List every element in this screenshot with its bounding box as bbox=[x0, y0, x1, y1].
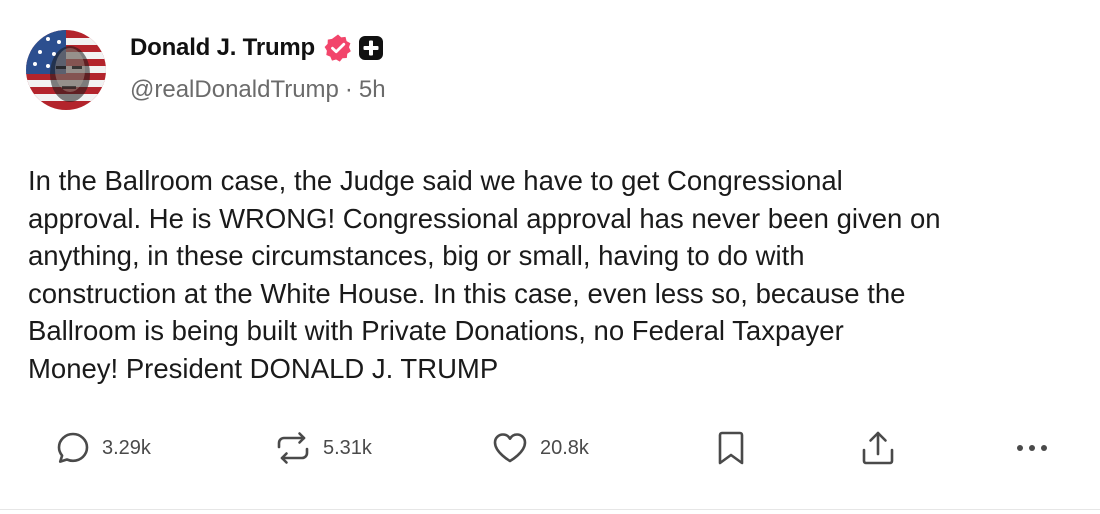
handle-row: @realDonaldTrump · 5h bbox=[130, 76, 386, 104]
share-button[interactable] bbox=[858, 420, 898, 476]
bookmark-icon bbox=[712, 428, 750, 468]
retruth-count: 5.31k bbox=[323, 436, 372, 459]
verified-badge-icon bbox=[323, 33, 353, 63]
bookmark-button[interactable] bbox=[712, 420, 750, 476]
action-bar: 3.29k 5.31k 20.8k bbox=[0, 420, 1100, 476]
reply-count: 3.29k bbox=[102, 436, 151, 459]
more-button[interactable] bbox=[1012, 420, 1052, 476]
name-row: Donald J. Trump bbox=[130, 31, 384, 65]
like-count: 20.8k bbox=[540, 436, 589, 459]
post-text: In the Ballroom case, the Judge said we … bbox=[28, 165, 941, 384]
reply-button[interactable]: 3.29k bbox=[54, 420, 151, 476]
avatar-image bbox=[26, 30, 106, 110]
post-time[interactable]: 5h bbox=[359, 76, 386, 104]
post-card: Donald J. Trump @realDonaldTrump · 5h In… bbox=[0, 0, 1100, 514]
more-icon bbox=[1012, 428, 1052, 468]
reply-icon bbox=[54, 429, 92, 467]
like-button[interactable]: 20.8k bbox=[490, 420, 589, 476]
avatar[interactable] bbox=[26, 30, 106, 110]
divider bbox=[0, 509, 1100, 510]
retruth-icon bbox=[273, 428, 313, 468]
retruth-button[interactable]: 5.31k bbox=[273, 420, 372, 476]
plus-badge-icon bbox=[358, 35, 384, 61]
separator-dot: · bbox=[344, 76, 353, 103]
handle[interactable]: @realDonaldTrump bbox=[130, 76, 339, 104]
display-name[interactable]: Donald J. Trump bbox=[130, 34, 315, 62]
share-icon bbox=[858, 428, 898, 468]
heart-icon bbox=[490, 428, 530, 468]
